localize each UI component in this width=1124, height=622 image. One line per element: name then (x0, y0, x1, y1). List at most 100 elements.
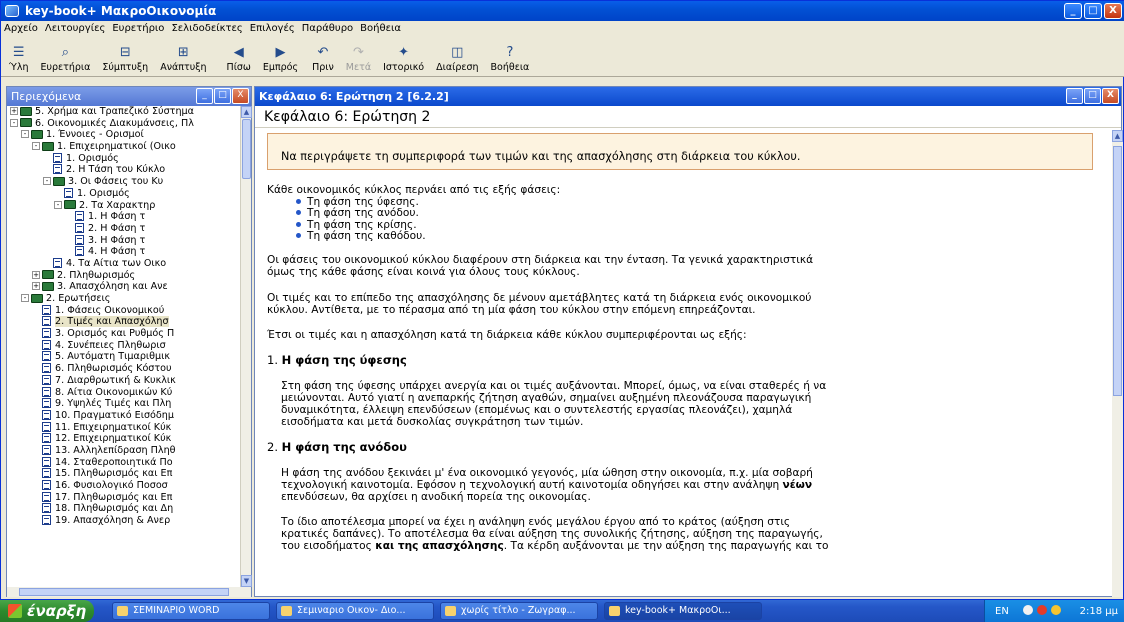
scroll-up-icon[interactable]: ▲ (1112, 130, 1123, 142)
pane-close-button[interactable]: X (232, 88, 249, 104)
tree-item[interactable]: 8. Αίτια Οικονομικών Κύ (7, 386, 240, 399)
menu-functions[interactable]: Λειτουργίες (45, 23, 105, 34)
maximize-button[interactable]: □ (1084, 3, 1102, 19)
menu-window[interactable]: Παράθυρο (302, 23, 353, 34)
tree-item[interactable]: 4. Συνέπειες Πληθωρισ (7, 339, 240, 352)
tree-item[interactable]: 19. Απασχόληση & Ανερ (7, 515, 240, 527)
tree-item[interactable]: 15. Πληθωρισμός και Επ (7, 468, 240, 480)
tree-item[interactable]: - 1. Επιχειρηματικοί (Οικο (7, 141, 240, 153)
tree-item[interactable]: 4. Τα Αίτια των Οικο (7, 257, 240, 270)
tree-item[interactable]: 4. Η Φάση τ (7, 246, 240, 258)
tree-item[interactable]: 14. Σταθεροποιητικά Πο (7, 456, 240, 469)
toolbar-collapse-button[interactable]: ⊟ Σύμπτυξη (96, 38, 154, 76)
toolbar-back-button[interactable]: ◀ Πίσω (221, 38, 257, 76)
expand-icon[interactable]: + (32, 270, 40, 279)
collapse-icon[interactable]: - (21, 130, 29, 139)
menu-bookmarks[interactable]: Σελιδοδείκτες (171, 23, 242, 34)
menu-file[interactable]: Αρχείο (4, 23, 38, 34)
section-number: 2. (267, 440, 278, 454)
scroll-thumb[interactable] (1113, 146, 1122, 396)
tree-item[interactable]: +5. Χρήμα και Τραπεζικό Σύστημα (7, 106, 240, 118)
contents-vertical-scrollbar[interactable]: ▲ ▼ (240, 106, 252, 587)
tree-item[interactable]: 16. Φυσιολογικό Ποσοσ (7, 480, 240, 492)
collapse-icon[interactable]: - (54, 200, 62, 209)
tree-item[interactable]: 18. Πληθωρισμός και Δη (7, 503, 240, 515)
toolbar-split-button[interactable]: ◫ Διαίρεση (430, 38, 484, 76)
h-scroll-thumb[interactable] (19, 588, 229, 596)
tree-item[interactable]: 1. Η Φάση τ (7, 211, 240, 223)
close-button[interactable]: X (1104, 3, 1122, 19)
doc-close-button[interactable]: X (1102, 88, 1119, 104)
volume-icon[interactable] (1051, 604, 1062, 615)
page-icon (53, 152, 62, 163)
pane-maximize-button[interactable]: □ (214, 88, 231, 104)
menu-options[interactable]: Επιλογές (250, 23, 295, 34)
tree-item[interactable]: - 2. Ερωτήσεις (7, 293, 240, 305)
tree-item[interactable]: 2. Η Τάση του Κύκλο (7, 164, 240, 176)
security-icon[interactable] (1037, 604, 1048, 615)
tree-item[interactable]: +3. Απασχόληση και Ανε (7, 281, 240, 293)
minimize-button[interactable]: _ (1064, 3, 1082, 19)
toolbar-undo-button[interactable]: ↶ Πριν (306, 38, 340, 76)
tree-item[interactable]: 1. Φάσεις Οικονομικού (7, 304, 240, 317)
tree-item[interactable]: 5. Αυτόματη Τιμαριθμικ (7, 351, 240, 363)
collapse-icon[interactable]: - (32, 142, 40, 151)
network-icon[interactable] (1023, 604, 1034, 615)
tree-item[interactable]: 9. Υψηλές Τιμές και Πλη (7, 398, 240, 410)
tree-item[interactable]: 6. Πληθωρισμός Κόστου (7, 363, 240, 375)
tree-item[interactable]: +2. Πληθωρισμός (7, 270, 240, 282)
tree-item[interactable]: 7. Διαρθρωτική & Κυκλικ (7, 374, 240, 387)
scroll-down-icon[interactable]: ▼ (241, 575, 252, 587)
tree-item[interactable]: 12. Επιχειρηματικοί Κύκ (7, 433, 240, 445)
scroll-thumb[interactable] (242, 119, 251, 179)
tree-item-label: 13. Αλληλεπίδραση Πληθ (55, 444, 176, 456)
tree-item[interactable]: 2. Τιμές και Απασχόλησ (7, 316, 240, 328)
tree-item[interactable]: - 6. Οικονομικές Διακυμάνσεις, Πλ (7, 118, 240, 130)
page-icon (42, 386, 51, 397)
toolbar-help-button[interactable]: ? Βοήθεια (485, 38, 536, 76)
paragraph-line: όμως της κάθε φάσης είναι κοινά για όλου… (267, 266, 580, 278)
expand-icon[interactable]: + (32, 282, 40, 291)
tree-item[interactable]: 3. Η Φάση τ (7, 234, 240, 247)
taskbar-item[interactable]: ΣΕΜΙΝΑΡΙΟ WORD (112, 602, 270, 620)
tree-item[interactable]: 3. Ορισμός και Ρυθμός Π (7, 328, 240, 340)
toolbar-search-button[interactable]: ⌕ Ευρετήρια (34, 38, 96, 76)
collapse-icon[interactable]: - (21, 294, 29, 302)
tree-item[interactable]: 17. Πληθωρισμός και Επ (7, 491, 240, 504)
collapse-icon[interactable]: - (10, 118, 18, 127)
menu-index[interactable]: Ευρετήριο (112, 23, 164, 34)
tree-item[interactable]: 2. Η Φάση τ (7, 222, 240, 235)
tree-item[interactable]: 10. Πραγματικό Εισόδημ (7, 409, 240, 422)
tree-item[interactable]: - 2. Τα Χαρακτηρ (7, 200, 240, 212)
title-bar[interactable]: key-book+ ΜακροΟικονομία _ □ X (1, 1, 1124, 21)
taskbar-item[interactable]: χωρίς τίτλο - Ζωγραφ... (440, 602, 598, 620)
contents-horizontal-scrollbar[interactable] (7, 587, 251, 597)
page-icon (53, 257, 62, 268)
taskbar-item[interactable]: Σεμιναριο Οικον- Διο... (276, 602, 434, 620)
expand-icon[interactable]: + (10, 107, 18, 115)
start-button[interactable]: έναρξη (0, 600, 94, 622)
paragraph-line: δυναμικότητα, έλλειψη επενδύσεων (επομέν… (281, 404, 793, 416)
document-vertical-scrollbar[interactable]: ▲ (1112, 130, 1123, 597)
tree-item[interactable]: - 1. Έννοιες - Ορισμοί (7, 129, 240, 141)
taskbar: έναρξη ΣΕΜΙΝΑΡΙΟ WORD Σεμιναριο Οικον- Δ… (0, 600, 1124, 622)
toolbar-forward-button[interactable]: ▶ Εμπρός (257, 38, 304, 76)
pane-minimize-button[interactable]: _ (196, 88, 213, 104)
doc-minimize-button[interactable]: _ (1066, 88, 1083, 104)
tree-item-label: 8. Αίτια Οικονομικών Κύ (55, 386, 173, 398)
menu-help[interactable]: Βοήθεια (360, 23, 401, 34)
collapse-icon[interactable]: - (43, 177, 51, 186)
doc-maximize-button[interactable]: □ (1084, 88, 1101, 104)
tree-item[interactable]: 13. Αλληλεπίδραση Πληθ (7, 444, 240, 457)
toolbar-expand-button[interactable]: ⊞ Ανάπτυξη (154, 38, 212, 76)
toolbar-history-button[interactable]: ✦ Ιστορικό (377, 38, 430, 76)
scroll-up-icon[interactable]: ▲ (241, 106, 252, 118)
tree-item[interactable]: 11. Επιχειρηματικοί Κύκ (7, 421, 240, 434)
language-indicator[interactable]: EN (995, 606, 1009, 617)
tree-item[interactable]: 1. Ορισμός (7, 152, 240, 165)
taskbar-item-active[interactable]: key-book+ ΜακροΟι... (604, 602, 762, 620)
tree-item[interactable]: 1. Ορισμός (7, 187, 240, 200)
toolbar-toc-button[interactable]: ☰ Ύλη (3, 38, 34, 76)
tree-item[interactable]: - 3. Οι Φάσεις του Κυ (7, 176, 240, 188)
tree-item-label: 1. Η Φάση τ (88, 211, 146, 223)
